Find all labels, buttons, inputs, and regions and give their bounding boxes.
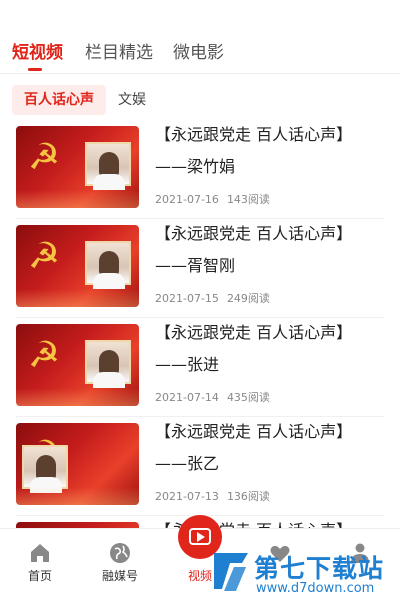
list-item[interactable]: ☭ 【永远跟党走 百人话心声】 ——梁竹娟 2021-07-16 143阅读 <box>0 120 400 219</box>
video-thumbnail: ☭ <box>16 225 139 307</box>
item-reads: 249阅读 <box>226 292 270 305</box>
item-subtitle: ——张乙 <box>155 454 220 473</box>
watermark-url: www.d7down.com <box>256 581 375 596</box>
item-title: 【永远跟党走 百人话心声】 <box>155 422 353 441</box>
video-thumbnail: ☭ <box>16 126 139 208</box>
item-date: 2021-07-16 <box>155 193 219 206</box>
top-tab-bar: 短视频 栏目精选 微电影 <box>0 0 400 74</box>
watermark-name: 第七下载站 <box>254 554 385 583</box>
list-item[interactable]: ☭ 【永远跟党走 百人话心声】 ——张乙 2021-07-13 136阅读 <box>0 417 400 516</box>
item-date: 2021-07-14 <box>155 391 219 404</box>
video-thumbnail: ☭ <box>16 324 139 406</box>
item-meta: 2021-07-14 435阅读 <box>155 389 270 405</box>
item-subtitle: ——梁竹娟 <box>155 157 236 176</box>
list-item[interactable]: ☭ 【永远跟党走 百人话心声】 ——胥智刚 2021-07-15 249阅读 <box>0 219 400 318</box>
item-reads: 435阅读 <box>226 391 270 404</box>
globe-icon <box>110 543 130 563</box>
item-title: 【永远跟党走 百人话心声】 <box>155 224 353 243</box>
item-reads: 143阅读 <box>226 193 270 206</box>
active-tab-indicator <box>28 68 42 71</box>
subtab-hundred-voices[interactable]: 百人话心声 <box>12 85 106 115</box>
item-reads: 136阅读 <box>226 490 270 503</box>
item-meta: 2021-07-13 136阅读 <box>155 488 270 504</box>
party-emblem-icon: ☭ <box>27 236 61 277</box>
item-date: 2021-07-13 <box>155 490 219 503</box>
watermark-logo-icon <box>214 553 248 591</box>
item-title: 【永远跟党走 百人话心声】 <box>155 323 353 342</box>
subtab-entertainment[interactable]: 文娱 <box>106 85 158 115</box>
item-subtitle: ——胥智刚 <box>155 256 236 275</box>
list-item[interactable]: ☭ 【永远跟党走 百人话心声】 ——张进 2021-07-14 435阅读 <box>0 318 400 417</box>
nav-media[interactable]: 融媒号 <box>80 529 160 589</box>
item-subtitle: ——张进 <box>155 355 220 374</box>
party-emblem-icon: ☭ <box>27 335 61 376</box>
tab-micro-film[interactable]: 微电影 <box>173 42 224 64</box>
item-title: 【永远跟党走 百人话心声】 <box>155 125 353 144</box>
item-meta: 2021-07-16 143阅读 <box>155 191 270 207</box>
video-thumbnail: ☭ <box>16 423 139 505</box>
nav-home[interactable]: 首页 <box>0 529 80 589</box>
nav-home-label: 首页 <box>27 569 52 583</box>
home-icon <box>31 544 49 562</box>
tab-featured-columns[interactable]: 栏目精选 <box>85 42 153 64</box>
tab-short-video[interactable]: 短视频 <box>12 42 63 64</box>
party-emblem-icon: ☭ <box>27 137 61 178</box>
nav-media-label: 融媒号 <box>101 569 138 583</box>
item-meta: 2021-07-15 249阅读 <box>155 290 270 306</box>
watermark: 第七下载站 www.d7down.com <box>212 545 396 600</box>
item-date: 2021-07-15 <box>155 292 219 305</box>
